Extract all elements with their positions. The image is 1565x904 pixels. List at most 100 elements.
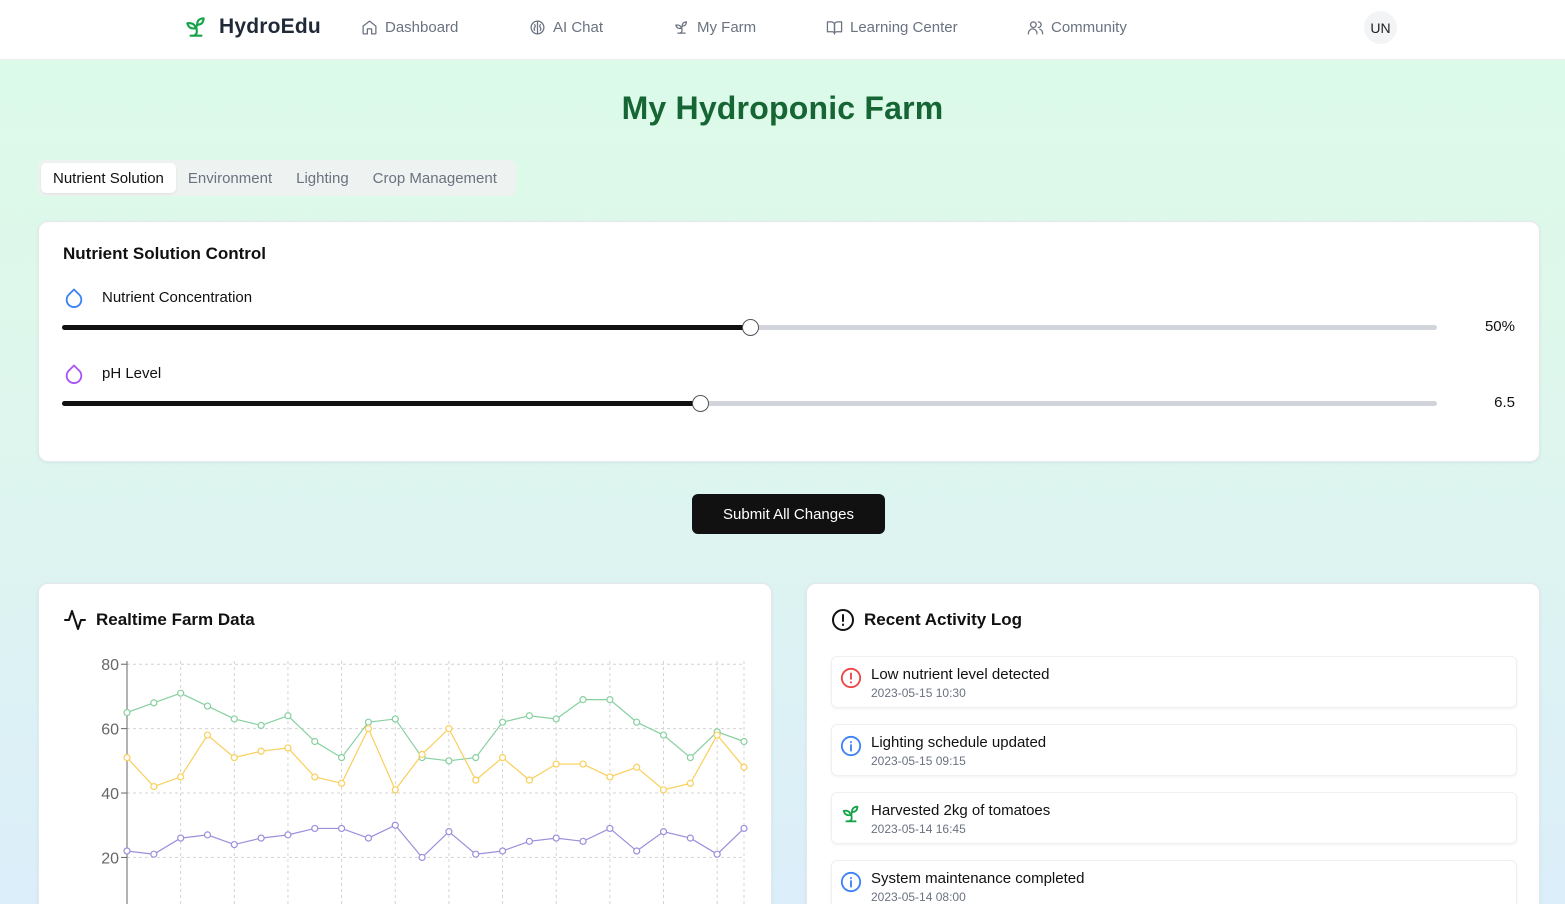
realtime-chart: 80 60 40 20 <box>101 657 748 904</box>
data-point <box>552 760 560 768</box>
data-point <box>230 715 238 723</box>
y-tick-label: 20 <box>101 850 119 867</box>
data-point <box>659 786 668 794</box>
data-point <box>418 750 426 758</box>
log-item-time: 2023-05-14 16:45 <box>871 822 966 836</box>
nav-community-label: Community <box>1051 19 1127 36</box>
nutrient-control-card: Nutrient Solution Control Nutrient Conce… <box>38 221 1540 462</box>
alert-circle-icon <box>832 609 854 631</box>
data-point <box>364 834 373 842</box>
data-point <box>391 715 399 723</box>
user-avatar[interactable]: UN <box>1364 11 1397 44</box>
sprout-icon <box>675 21 688 34</box>
nav-dashboard[interactable]: Dashboard <box>361 19 458 36</box>
nav-learning-center-label: Learning Center <box>850 19 958 36</box>
sprout-logo-icon <box>186 17 205 37</box>
data-point <box>606 773 614 781</box>
data-point <box>498 847 507 855</box>
page-title: My Hydroponic Farm <box>621 90 944 126</box>
y-tick-label: 40 <box>101 786 119 803</box>
ph-slider-thumb[interactable] <box>692 395 709 412</box>
data-point <box>713 731 721 739</box>
data-point <box>525 712 533 720</box>
home-icon <box>362 20 377 35</box>
series-line-0 <box>126 692 745 762</box>
log-item[interactable]: Low nutrient level detected 2023-05-15 1… <box>831 656 1517 708</box>
data-point <box>177 834 185 842</box>
ph-droplet-icon <box>65 364 83 384</box>
droplet-icon <box>65 288 83 308</box>
data-point <box>498 754 507 762</box>
nav-ai-chat[interactable]: AI Chat <box>529 19 603 36</box>
users-icon <box>1027 21 1044 35</box>
data-point <box>284 712 292 720</box>
log-item[interactable]: System maintenance completed 2023-05-14 … <box>831 860 1517 904</box>
data-point <box>686 754 694 762</box>
data-point <box>311 773 319 781</box>
data-point <box>633 847 641 855</box>
log-item-text: Lighting schedule updated <box>871 734 1047 751</box>
info-icon <box>840 871 862 893</box>
data-point <box>472 850 480 858</box>
top-nav: HydroEdu Dashboard AI Chat My Farm Learn… <box>0 0 1565 60</box>
nutrient-concentration-slider[interactable] <box>62 319 1437 336</box>
data-point <box>445 828 453 836</box>
data-point <box>257 834 265 842</box>
data-point <box>391 786 399 794</box>
data-point <box>391 821 399 829</box>
nav-ai-chat-label: AI Chat <box>553 19 604 36</box>
data-point <box>659 731 668 739</box>
data-point <box>177 773 185 781</box>
submit-all-changes-button[interactable]: Submit All Changes <box>692 494 885 534</box>
data-point <box>123 708 131 717</box>
data-point <box>284 831 292 839</box>
data-point <box>338 779 346 787</box>
realtime-data-card: 80 60 40 20 Realtime Farm Data <box>38 583 772 904</box>
data-point <box>338 754 346 762</box>
data-point <box>525 776 533 784</box>
data-point <box>418 853 426 862</box>
sprout-icon <box>842 805 859 823</box>
log-item[interactable]: Lighting schedule updated 2023-05-15 09:… <box>831 724 1517 776</box>
data-point <box>257 747 265 755</box>
farm-tabs: Nutrient Solution Environment Lighting C… <box>38 160 516 196</box>
nav-community[interactable]: Community <box>1027 19 1127 36</box>
data-point <box>606 824 614 833</box>
data-point <box>740 737 748 746</box>
data-point <box>659 828 668 836</box>
data-point <box>445 725 453 733</box>
ph-level-slider[interactable] <box>62 395 1437 412</box>
tab-nutrient-solution[interactable]: Nutrient Solution <box>41 163 176 193</box>
tab-environment[interactable]: Environment <box>176 163 284 193</box>
data-point <box>150 782 158 791</box>
data-point <box>552 834 560 842</box>
data-point <box>203 831 212 839</box>
nav-learning-center[interactable]: Learning Center <box>826 19 958 36</box>
data-point <box>740 763 748 771</box>
log-item-text: Harvested 2kg of tomatoes <box>871 802 1051 819</box>
nav-my-farm[interactable]: My Farm <box>673 19 756 36</box>
data-point <box>740 824 748 833</box>
activity-icon <box>64 610 86 630</box>
nutrient-control-title: Nutrient Solution Control <box>63 244 267 263</box>
alert-icon <box>840 667 862 689</box>
brain-icon <box>530 20 545 35</box>
data-point <box>203 731 212 739</box>
data-point <box>472 776 480 784</box>
data-point <box>713 850 721 858</box>
log-item[interactable]: Harvested 2kg of tomatoes 2023-05-14 16:… <box>831 792 1517 844</box>
data-point <box>606 696 614 704</box>
data-point <box>445 757 453 765</box>
nutrient-slider-thumb[interactable] <box>741 319 759 336</box>
data-point <box>177 689 185 697</box>
log-item-text: System maintenance completed <box>871 870 1085 887</box>
tab-crop-management[interactable]: Crop Management <box>361 163 509 193</box>
nutrient-concentration-label: Nutrient Concentration <box>102 289 253 306</box>
data-point <box>552 715 560 723</box>
realtime-data-title: Realtime Farm Data <box>96 610 255 629</box>
brand-name: HydroEdu <box>219 15 321 38</box>
data-point <box>498 718 507 726</box>
ph-slider-fill <box>62 401 700 406</box>
tab-lighting[interactable]: Lighting <box>284 163 361 193</box>
brand[interactable]: HydroEdu <box>183 14 321 40</box>
